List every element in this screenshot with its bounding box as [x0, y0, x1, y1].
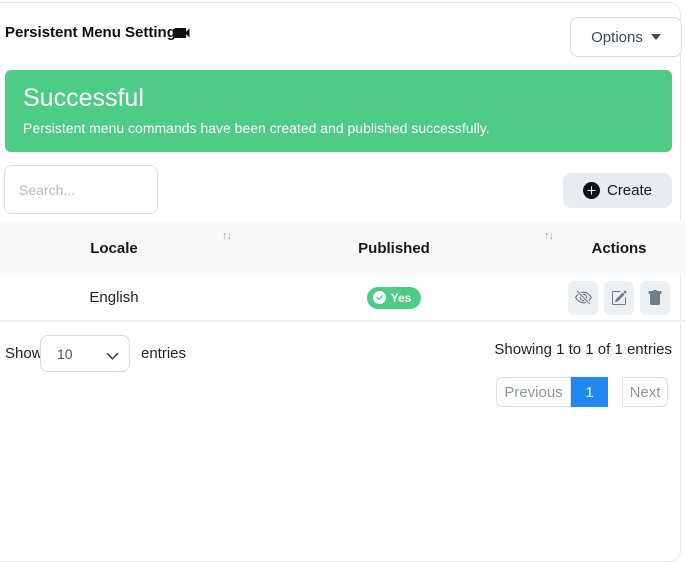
- published-badge: Yes: [367, 287, 422, 309]
- hide-button[interactable]: [568, 281, 598, 315]
- entries-label: entries: [141, 345, 186, 362]
- search-input[interactable]: [4, 165, 158, 214]
- cell-published: Yes: [228, 275, 560, 320]
- pencil-square-icon: [611, 290, 627, 306]
- page-size-select[interactable]: 10: [40, 335, 130, 372]
- persistent-menu-settings-page: Persistent Menu Settings Options Success…: [0, 0, 686, 501]
- delete-button[interactable]: [640, 281, 670, 315]
- trash-icon: [647, 290, 663, 306]
- table-header: Locale ↑↓ Published ↑↓ Actions: [0, 222, 686, 275]
- options-button[interactable]: Options: [570, 17, 682, 57]
- column-header-published[interactable]: Published: [228, 222, 560, 275]
- page-title: Persistent Menu Settings: [5, 24, 184, 41]
- alert-message: Persistent menu commands have been creat…: [23, 120, 654, 136]
- column-header-actions: Actions: [560, 222, 678, 275]
- success-alert: Successful Persistent menu commands have…: [5, 70, 672, 152]
- cell-actions: [560, 275, 678, 320]
- alert-title: Successful: [23, 83, 654, 113]
- caret-down-icon: [651, 34, 661, 40]
- plus-circle-icon: [583, 182, 600, 199]
- options-label: Options: [591, 29, 643, 46]
- create-button[interactable]: Create: [563, 173, 672, 208]
- eye-slash-icon: [575, 289, 592, 306]
- cell-locale: English: [0, 275, 228, 320]
- next-button[interactable]: Next: [622, 377, 668, 407]
- page-1-button[interactable]: 1: [571, 377, 608, 407]
- previous-button[interactable]: Previous: [496, 377, 571, 407]
- videocam-icon: [172, 23, 192, 43]
- show-label: Show: [5, 345, 43, 362]
- published-badge-label: Yes: [391, 291, 412, 305]
- table-row: English Yes: [0, 275, 686, 322]
- showing-info: Showing 1 to 1 of 1 entries: [494, 341, 672, 358]
- sort-icon-published[interactable]: ↑↓: [544, 230, 553, 242]
- check-circle-icon: [373, 291, 386, 304]
- create-label: Create: [607, 182, 652, 199]
- pagination: Previous 1 Next: [496, 377, 668, 407]
- edit-button[interactable]: [604, 281, 634, 315]
- column-header-locale[interactable]: Locale: [0, 222, 228, 275]
